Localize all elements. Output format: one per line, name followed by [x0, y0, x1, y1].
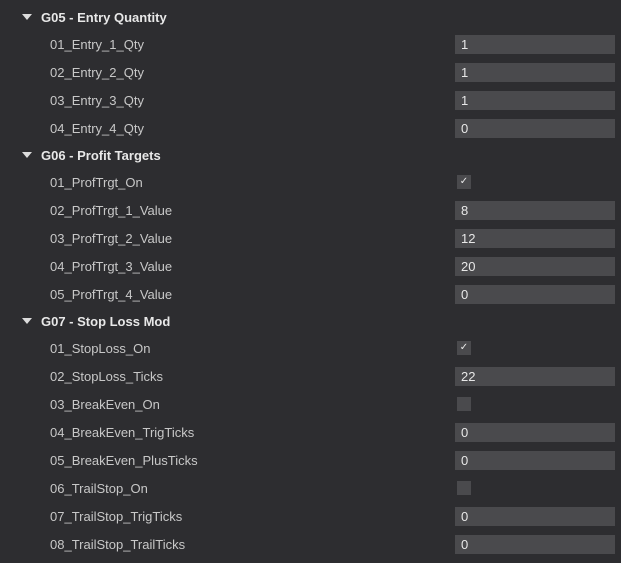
property-row-entry-1-qty: 01_Entry_1_Qty1 — [0, 30, 621, 58]
property-field: 22 — [455, 367, 615, 386]
property-label: 02_StopLoss_Ticks — [50, 369, 455, 384]
property-label: 07_TrailStop_TrigTicks — [50, 509, 455, 524]
property-row-trailstop-trigticks: 07_TrailStop_TrigTicks0 — [0, 502, 621, 530]
chevron-down-icon — [22, 318, 32, 324]
property-label: 04_ProfTrgt_3_Value — [50, 259, 455, 274]
chevron-down-icon — [22, 14, 32, 20]
property-field: 1 — [455, 35, 615, 54]
property-label: 03_ProfTrgt_2_Value — [50, 231, 455, 246]
property-row-stoploss-on: 01_StopLoss_On — [0, 334, 621, 362]
property-field — [455, 395, 615, 414]
property-row-stoploss-ticks: 02_StopLoss_Ticks22 — [0, 362, 621, 390]
entry-2-qty-input[interactable]: 1 — [455, 63, 615, 82]
group-header-g05[interactable]: G05 - Entry Quantity — [0, 4, 621, 30]
property-row-proftrgt-on: 01_ProfTrgt_On — [0, 168, 621, 196]
property-label: 02_ProfTrgt_1_Value — [50, 203, 455, 218]
stoploss-on-checkbox[interactable] — [457, 341, 471, 355]
property-row-proftrgt-2-value: 03_ProfTrgt_2_Value12 — [0, 224, 621, 252]
property-label: 04_BreakEven_TrigTicks — [50, 425, 455, 440]
proftrgt-2-value-input[interactable]: 12 — [455, 229, 615, 248]
property-label: 02_Entry_2_Qty — [50, 65, 455, 80]
group-header-g07[interactable]: G07 - Stop Loss Mod — [0, 308, 621, 334]
property-label: 04_Entry_4_Qty — [50, 121, 455, 136]
entry-4-qty-input[interactable]: 0 — [455, 119, 615, 138]
property-label: 05_ProfTrgt_4_Value — [50, 287, 455, 302]
property-row-entry-2-qty: 02_Entry_2_Qty1 — [0, 58, 621, 86]
property-row-entry-3-qty: 03_Entry_3_Qty1 — [0, 86, 621, 114]
property-label: 05_BreakEven_PlusTicks — [50, 453, 455, 468]
chevron-down-icon — [22, 152, 32, 158]
stoploss-ticks-input[interactable]: 22 — [455, 367, 615, 386]
property-field: 0 — [455, 451, 615, 470]
property-label: 01_ProfTrgt_On — [50, 175, 455, 190]
property-row-entry-4-qty: 04_Entry_4_Qty0 — [0, 114, 621, 142]
trailstop-trigticks-input[interactable]: 0 — [455, 507, 615, 526]
group-header-g06[interactable]: G06 - Profit Targets — [0, 142, 621, 168]
property-row-trailstop-trailticks: 08_TrailStop_TrailTicks0 — [0, 530, 621, 558]
entry-3-qty-input[interactable]: 1 — [455, 91, 615, 110]
property-label: 01_Entry_1_Qty — [50, 37, 455, 52]
property-field: 0 — [455, 119, 615, 138]
property-field: 8 — [455, 201, 615, 220]
property-row-breakeven-plusticks: 05_BreakEven_PlusTicks0 — [0, 446, 621, 474]
property-label: 03_Entry_3_Qty — [50, 93, 455, 108]
properties-panel: G05 - Entry Quantity01_Entry_1_Qty102_En… — [0, 0, 621, 563]
property-row-breakeven-on: 03_BreakEven_On — [0, 390, 621, 418]
property-label: 03_BreakEven_On — [50, 397, 455, 412]
property-row-trailstop-on: 06_TrailStop_On — [0, 474, 621, 502]
entry-1-qty-input[interactable]: 1 — [455, 35, 615, 54]
property-field: 12 — [455, 229, 615, 248]
breakeven-on-checkbox[interactable] — [457, 397, 471, 411]
property-row-proftrgt-1-value: 02_ProfTrgt_1_Value8 — [0, 196, 621, 224]
property-field: 20 — [455, 257, 615, 276]
breakeven-plusticks-input[interactable]: 0 — [455, 451, 615, 470]
property-field: 0 — [455, 285, 615, 304]
proftrgt-1-value-input[interactable]: 8 — [455, 201, 615, 220]
trailstop-on-checkbox[interactable] — [457, 481, 471, 495]
proftrgt-on-checkbox[interactable] — [457, 175, 471, 189]
property-label: 06_TrailStop_On — [50, 481, 455, 496]
property-row-breakeven-trigticks: 04_BreakEven_TrigTicks0 — [0, 418, 621, 446]
property-field: 0 — [455, 535, 615, 554]
property-row-proftrgt-3-value: 04_ProfTrgt_3_Value20 — [0, 252, 621, 280]
property-field: 0 — [455, 507, 615, 526]
trailstop-trailticks-input[interactable]: 0 — [455, 535, 615, 554]
breakeven-trigticks-input[interactable]: 0 — [455, 423, 615, 442]
property-field — [455, 479, 615, 498]
property-field — [455, 339, 615, 358]
property-field: 0 — [455, 423, 615, 442]
property-field: 1 — [455, 63, 615, 82]
proftrgt-4-value-input[interactable]: 0 — [455, 285, 615, 304]
group-title: G07 - Stop Loss Mod — [41, 314, 170, 329]
proftrgt-3-value-input[interactable]: 20 — [455, 257, 615, 276]
group-title: G06 - Profit Targets — [41, 148, 161, 163]
property-label: 01_StopLoss_On — [50, 341, 455, 356]
property-field: 1 — [455, 91, 615, 110]
property-field — [455, 173, 615, 192]
property-label: 08_TrailStop_TrailTicks — [50, 537, 455, 552]
group-title: G05 - Entry Quantity — [41, 10, 167, 25]
property-row-proftrgt-4-value: 05_ProfTrgt_4_Value0 — [0, 280, 621, 308]
